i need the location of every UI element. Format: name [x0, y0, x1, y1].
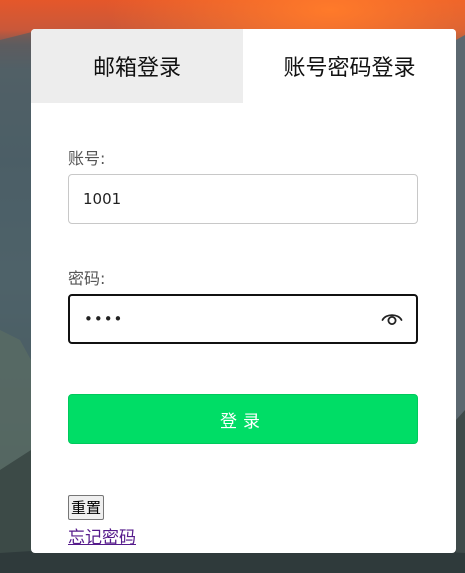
tab-email-login[interactable]: 邮箱登录 — [31, 29, 243, 103]
password-value: •••• — [84, 310, 124, 328]
account-label: 账号: — [68, 149, 106, 168]
password-label: 密码: — [68, 269, 106, 288]
eye-icon[interactable] — [380, 307, 404, 331]
account-value: 1001 — [83, 190, 122, 208]
reset-button[interactable]: 重置 — [68, 495, 105, 520]
forgot-password-link[interactable]: 忘记密码 — [68, 523, 136, 548]
login-tabs: 邮箱登录 账号密码登录 — [31, 29, 456, 103]
login-card: 邮箱登录 账号密码登录 账号: 1001 密码: •••• 登录 重置 忘记密码 — [31, 29, 456, 553]
account-field[interactable]: 1001 — [68, 174, 418, 224]
tab-password-login[interactable]: 账号密码登录 — [243, 29, 456, 103]
login-button[interactable]: 登录 — [68, 394, 418, 444]
password-field[interactable]: •••• — [68, 294, 418, 344]
